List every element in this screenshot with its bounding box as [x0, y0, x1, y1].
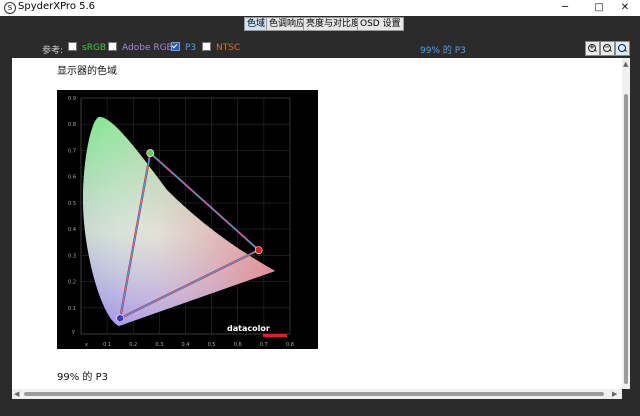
- horizontal-scrollbar[interactable]: ◀ ▶: [12, 389, 622, 399]
- y-tick-label: 0.6: [68, 175, 76, 181]
- adobe-rgb-label[interactable]: Adobe RGB: [122, 43, 173, 53]
- x-tick-label: 0.3: [155, 342, 163, 348]
- y-tick-label: 0.8: [68, 122, 76, 128]
- srgb-checkbox[interactable]: [68, 42, 77, 51]
- scroll-right-icon[interactable]: ▶: [612, 390, 617, 398]
- minimize-button[interactable]: ─: [550, 0, 580, 16]
- coverage-footnote: 99% 的 P3: [57, 372, 108, 383]
- reference-label: 参考:: [42, 46, 64, 56]
- tab-brightness-contrast[interactable]: 亮度与对比度: [303, 17, 364, 31]
- zoom-out-button[interactable]: −: [600, 41, 615, 56]
- close-button[interactable]: ✕: [610, 0, 640, 16]
- x-tick-label: 0.7: [260, 342, 268, 348]
- y-tick-label: 0.4: [68, 227, 76, 233]
- y-tick-label: 0.7: [68, 148, 76, 154]
- coverage-text: 99% 的 P3: [420, 46, 466, 56]
- y-tick-label: 0.1: [68, 306, 76, 312]
- horizontal-scroll-thumb[interactable]: [24, 392, 604, 396]
- x-tick-label: 0.4: [182, 342, 190, 348]
- vertical-scrollbar[interactable]: ▲: [622, 58, 630, 389]
- p3-label[interactable]: P3: [185, 43, 196, 53]
- scroll-up-icon[interactable]: ▲: [623, 60, 628, 68]
- title-bar: S SpyderXPro 5.6 ─ □ ✕: [0, 0, 640, 16]
- zoom-fit-button[interactable]: [615, 41, 630, 56]
- adobe-rgb-checkbox[interactable]: [108, 42, 117, 51]
- y-tick-label: 0.2: [68, 280, 76, 286]
- x-axis-label: x: [85, 342, 88, 348]
- tab-gamut[interactable]: 色域: [244, 17, 269, 31]
- tab-tone-response[interactable]: 色调响应: [266, 17, 309, 31]
- y-axis-label: y: [72, 329, 75, 335]
- zoom-in-button[interactable]: +: [585, 41, 600, 56]
- vertical-scroll-thumb[interactable]: [624, 94, 628, 384]
- app-icon: S: [4, 2, 16, 14]
- srgb-label[interactable]: sRGB: [82, 43, 106, 53]
- datacolor-watermark: datacolor: [227, 324, 270, 333]
- tab-osd-settings[interactable]: OSD 设置: [357, 17, 404, 31]
- x-tick-label: 0.8: [286, 342, 294, 348]
- x-tick-label: 0.6: [234, 342, 242, 348]
- primary-point: [116, 314, 125, 323]
- ntsc-label[interactable]: NTSC: [216, 43, 240, 53]
- gamut-chart: 0.1 0.2 0.3 0.4 0.5 0.6 0.7 0.8 0.1 0.2 0.3 0.4 0.5 0…: [57, 90, 318, 349]
- y-tick-label: 0.5: [68, 201, 76, 207]
- p3-checkbox[interactable]: [171, 42, 180, 51]
- y-tick-label: 0.3: [68, 253, 76, 259]
- x-tick-label: 0.2: [129, 342, 137, 348]
- primary-point: [146, 149, 155, 157]
- primary-point: [254, 246, 263, 254]
- x-tick-label: 0.1: [103, 342, 111, 348]
- ntsc-checkbox[interactable]: [202, 42, 211, 51]
- watermark-bar: [263, 334, 287, 337]
- section-heading: 显示器的色域: [57, 66, 117, 77]
- x-tick-label: 0.5: [208, 342, 216, 348]
- scroll-left-icon[interactable]: ◀: [14, 390, 19, 398]
- y-tick-label: 0.9: [68, 96, 76, 102]
- window-title: SpyderXPro 5.6: [18, 1, 96, 12]
